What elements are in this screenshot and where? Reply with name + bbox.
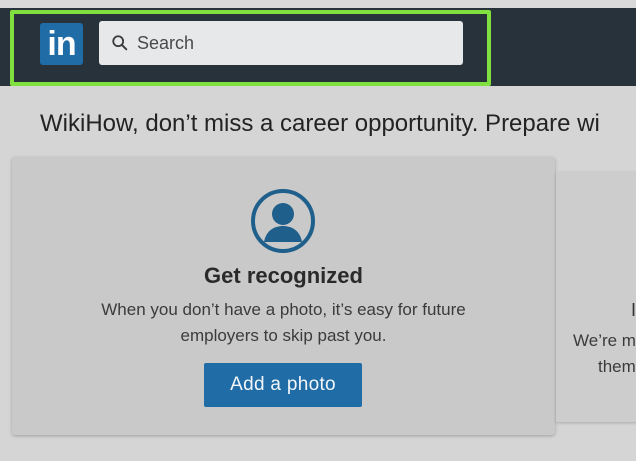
card-title: Get recognized (204, 263, 363, 288)
card-description: When you don’t have a photo, it’s easy f… (101, 300, 466, 345)
person-avatar-icon (251, 189, 315, 253)
next-card-text-line2: them (598, 357, 636, 376)
highlight-box (10, 10, 491, 86)
next-card: I We’re m them (556, 172, 636, 422)
next-card-text-line1: We’re m (573, 331, 636, 350)
add-photo-card: Get recognized When you don’t have a pho… (12, 157, 555, 435)
page-headline: WikiHow, don’t miss a career opportunity… (40, 110, 600, 137)
next-card-title: I (631, 300, 636, 320)
top-strip (0, 0, 636, 8)
add-photo-button[interactable]: Add a photo (204, 363, 362, 407)
